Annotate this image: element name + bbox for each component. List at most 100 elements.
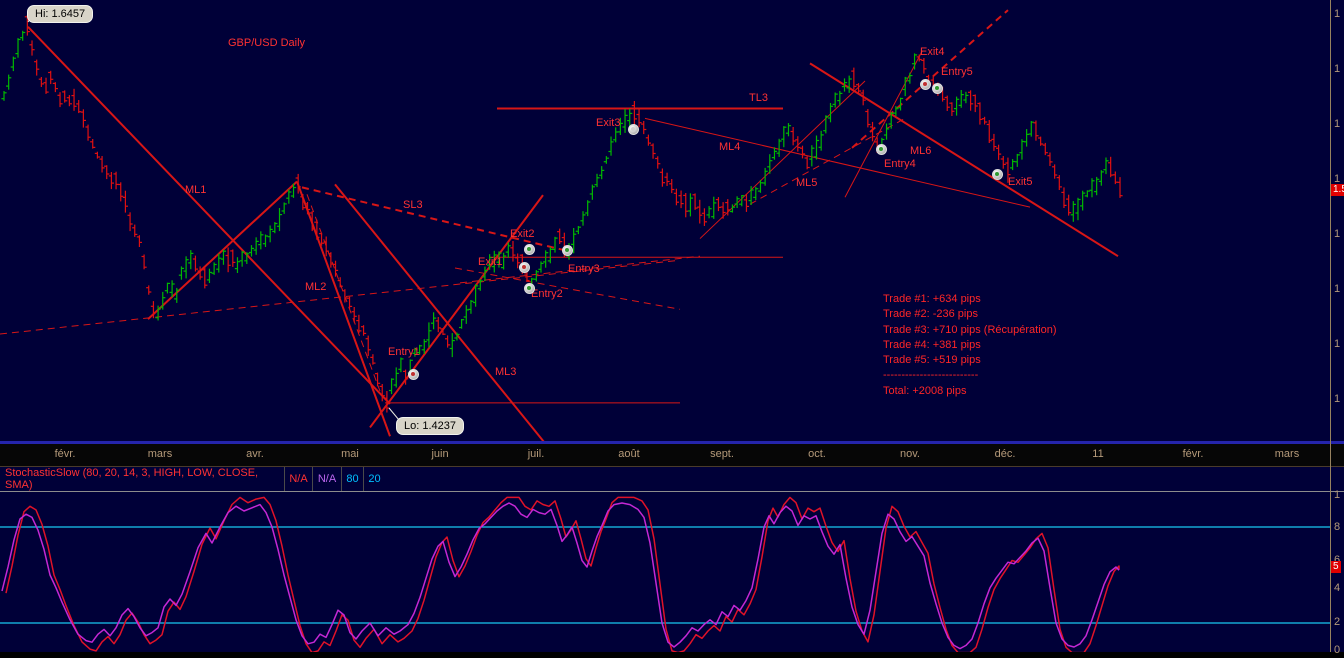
price-bar — [701, 208, 708, 226]
stoch-scale-tick[interactable]: 0 — [1334, 644, 1340, 656]
time-axis-label[interactable]: déc. — [995, 448, 1016, 460]
stoch-scale-tick[interactable]: 1 — [1334, 489, 1340, 501]
price-scale-tick[interactable]: 1 — [1334, 63, 1340, 75]
trendline-apex-steep[interactable] — [296, 181, 391, 437]
time-axis-label[interactable]: mai — [341, 448, 359, 460]
chart-object-label-entry1[interactable]: Entry1 — [388, 346, 420, 358]
time-axis[interactable]: févr. mars avr. mai juin juil. août sept. oct. no… — [0, 444, 1344, 466]
high-price-tooltip[interactable]: Hi: 1.6457 — [27, 5, 94, 23]
time-axis-label[interactable]: juil. — [528, 448, 545, 460]
price-bar — [225, 247, 231, 273]
trade-marker-entry2[interactable] — [524, 282, 535, 294]
price-scale-tick[interactable]: 1 — [1334, 338, 1340, 350]
time-axis-label[interactable]: oct. — [808, 448, 826, 460]
trade-marker-entry5[interactable] — [932, 82, 943, 94]
chart-object-label-ml3[interactable]: ML3 — [495, 366, 516, 378]
price-bar — [543, 250, 549, 268]
trade-marker-exit5[interactable] — [992, 168, 1003, 180]
stochastic-canvas[interactable] — [0, 493, 1344, 652]
time-axis-label[interactable]: mars — [1275, 448, 1299, 460]
chart-object-label-tl3[interactable]: TL3 — [749, 92, 768, 104]
price-bar — [720, 202, 726, 219]
chart-object-label-exit5[interactable]: Exit5 — [1008, 176, 1032, 188]
chart-object-label-exit1[interactable]: Exit1 — [478, 256, 502, 268]
chart-object-label-ml2[interactable]: ML2 — [305, 281, 326, 293]
price-scale-tick[interactable]: 1 — [1334, 8, 1340, 20]
stoch-scale-tick[interactable]: 4 — [1334, 582, 1340, 594]
price-chart-area[interactable]: GBP/USD Daily Hi: 1.6457 Lo: 1.4237 Trad… — [0, 0, 1344, 441]
price-bar — [785, 123, 792, 137]
price-bar — [332, 260, 339, 277]
price-bar — [276, 208, 283, 232]
stochastic-panel[interactable] — [0, 493, 1344, 652]
price-bar — [430, 312, 437, 330]
price-bar — [85, 124, 91, 141]
chart-object-label-sl3[interactable]: SL3 — [403, 199, 423, 211]
chart-object-label-entry4[interactable]: Entry4 — [884, 158, 916, 170]
price-bar — [678, 190, 684, 209]
price-bar — [164, 282, 171, 294]
stoch-value-badge: 5 — [1331, 561, 1341, 573]
trendline-ML5-line[interactable] — [749, 117, 906, 205]
indicator-name[interactable]: StochasticSlow (80, 20, 14, 3, HIGH, LOW… — [0, 467, 284, 491]
chart-object-label-ml4[interactable]: ML4 — [719, 141, 740, 153]
trendline-top-right-dashed[interactable] — [851, 9, 1009, 149]
price-bar — [1019, 139, 1025, 160]
time-axis-label[interactable]: avr. — [246, 448, 264, 460]
stoch-scale-tick[interactable]: 8 — [1334, 521, 1340, 533]
price-bar — [38, 77, 44, 87]
price-bar — [804, 156, 810, 170]
chart-object-label-ml1[interactable]: ML1 — [185, 184, 206, 196]
low-price-tooltip[interactable]: Lo: 1.4237 — [396, 417, 464, 435]
price-scale-tick[interactable]: 1 — [1334, 228, 1340, 240]
price-bar — [1117, 177, 1123, 198]
trendline-ML4-line[interactable] — [644, 117, 1031, 208]
chart-object-label-entry5[interactable]: Entry5 — [941, 66, 973, 78]
time-axis-label[interactable]: mars — [148, 448, 172, 460]
indicator-header[interactable]: StochasticSlow (80, 20, 14, 3, HIGH, LOW… — [0, 466, 1344, 492]
chart-object-label-exit4[interactable]: Exit4 — [920, 46, 944, 58]
marker-dot — [631, 126, 635, 131]
price-chart-canvas[interactable] — [0, 0, 1344, 441]
indicator-value-cell-0: N/A — [284, 467, 312, 491]
trendline-ML1-line[interactable] — [27, 26, 391, 405]
chart-object-label-exit2[interactable]: Exit2 — [510, 228, 534, 240]
time-axis-label[interactable]: 11 — [1092, 448, 1103, 460]
trade-marker-entry4[interactable] — [876, 143, 887, 155]
chart-object-label-exit3[interactable]: Exit3 — [596, 117, 620, 129]
time-axis-label[interactable]: févr. — [1183, 448, 1204, 460]
price-scale-tick[interactable]: 1 — [1334, 118, 1340, 130]
stoch-scale-tick[interactable]: 2 — [1334, 616, 1340, 628]
marker-dot — [879, 146, 883, 151]
price-bar — [76, 100, 82, 114]
trendline-rise-to-apex[interactable] — [147, 180, 298, 320]
price-bar — [996, 144, 1002, 160]
trendline-ML6-line[interactable] — [809, 62, 1119, 258]
price-bar — [697, 199, 703, 224]
trade-marker-exit4[interactable] — [920, 78, 931, 90]
time-axis-label[interactable]: sept. — [710, 448, 734, 460]
time-axis-label[interactable]: févr. — [55, 448, 76, 460]
trade-marker-exit3[interactable] — [628, 123, 639, 135]
price-bar — [883, 123, 890, 140]
price-scale-tick[interactable]: 1 — [1334, 393, 1340, 405]
stochastic-signal-line[interactable] — [1, 502, 1120, 650]
price-bar — [351, 307, 357, 323]
chart-object-label-ml5[interactable]: ML5 — [796, 177, 817, 189]
time-axis-label[interactable]: août — [618, 448, 639, 460]
time-axis-label[interactable]: juin — [431, 448, 448, 460]
price-bar — [239, 250, 245, 267]
window-bottom-strip — [0, 652, 1344, 658]
price-bar — [94, 151, 100, 159]
chart-object-label-ml6[interactable]: ML6 — [910, 145, 931, 157]
price-bar — [1112, 171, 1118, 185]
chart-object-label-entry3[interactable]: Entry3 — [568, 263, 600, 275]
stochastic-main-line[interactable] — [5, 496, 1120, 652]
time-axis-label[interactable]: nov. — [900, 448, 920, 460]
price-bar — [323, 236, 329, 257]
price-bar — [445, 335, 451, 348]
chart-object-label-entry2[interactable]: Entry2 — [531, 288, 563, 300]
price-bar — [281, 202, 287, 214]
price-scale-tick[interactable]: 1 — [1334, 283, 1340, 295]
price-bar — [799, 145, 806, 159]
